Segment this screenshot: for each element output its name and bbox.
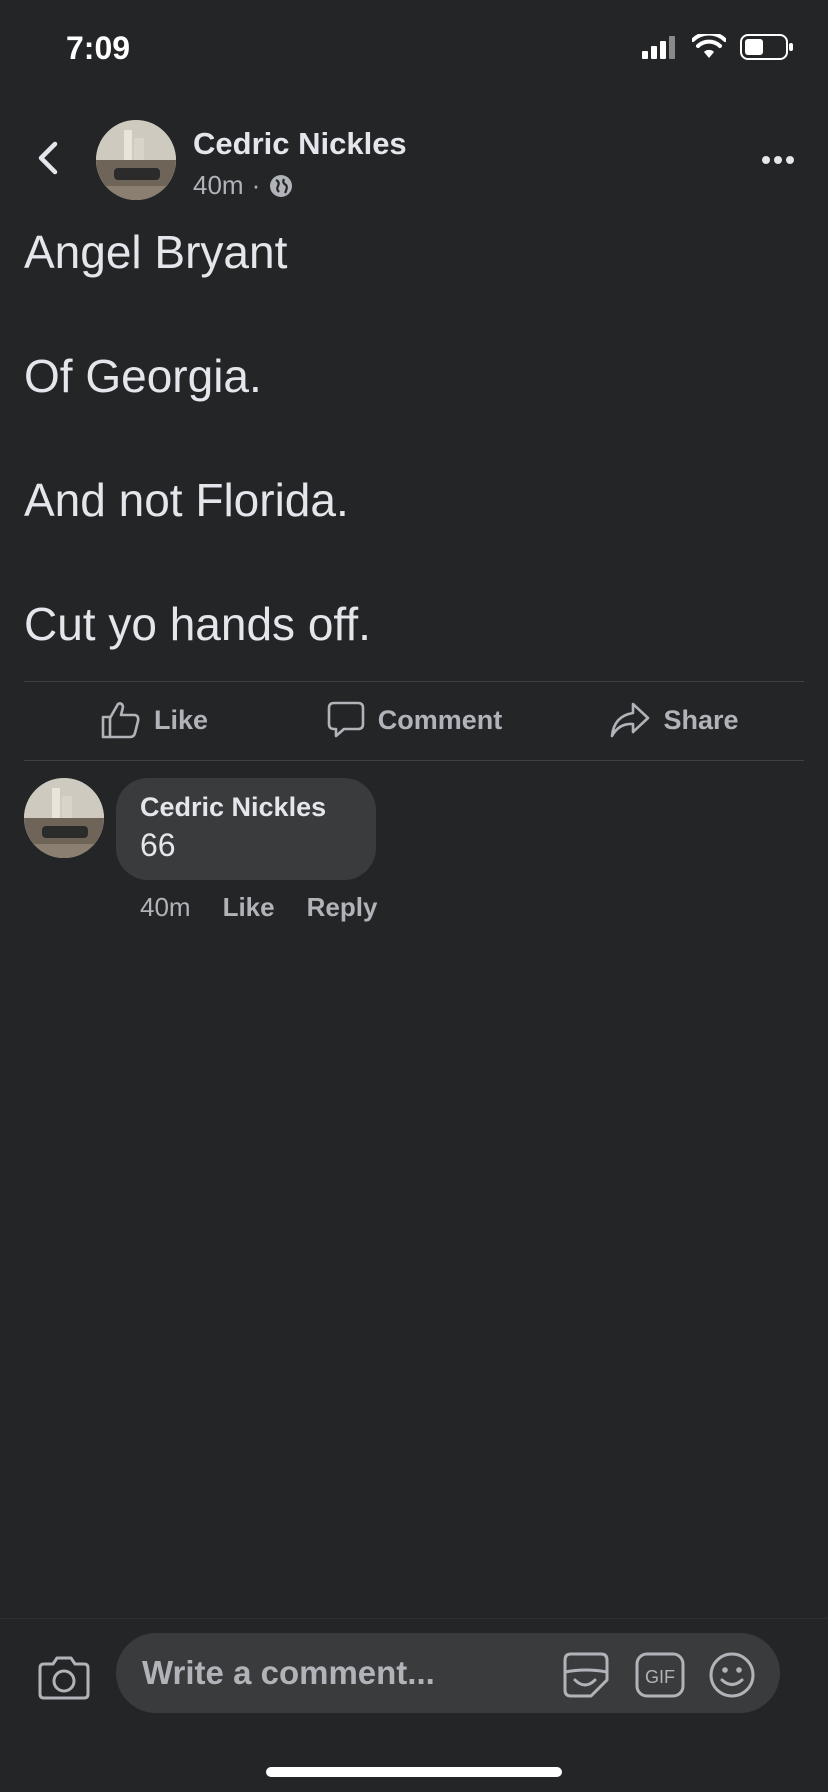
- share-label: Share: [663, 704, 739, 735]
- status-icons: [642, 34, 794, 60]
- post-text-line: Of Georgia.: [24, 350, 262, 402]
- post-body: Angel Bryant Of Georgia. And not Florida…: [24, 222, 804, 718]
- back-button[interactable]: [30, 138, 66, 178]
- like-button[interactable]: Like: [24, 682, 284, 758]
- speech-bubble-icon: [327, 701, 365, 738]
- gif-icon: GIF: [635, 1652, 685, 1698]
- comment-text: 66: [140, 827, 176, 863]
- emoji-button[interactable]: [706, 1649, 758, 1701]
- avatar-photo: [96, 120, 176, 200]
- smiley-icon: [709, 1652, 755, 1698]
- post-time[interactable]: 40m: [193, 170, 244, 201]
- comment-avatar[interactable]: [24, 778, 104, 858]
- post-text-line: And not Florida.: [24, 474, 349, 526]
- meta-separator: ·: [251, 170, 261, 200]
- post-author-name[interactable]: Cedric Nickles: [193, 126, 407, 162]
- home-indicator[interactable]: [266, 1767, 562, 1777]
- more-horizontal-icon: [762, 156, 794, 164]
- post-header: Cedric Nickles 40m ·: [0, 118, 828, 208]
- comment-button[interactable]: Comment: [284, 682, 544, 758]
- like-label: Like: [153, 704, 209, 735]
- svg-text:GIF: GIF: [645, 1667, 675, 1687]
- share-arrow-icon: [611, 702, 650, 738]
- post-meta: 40m ·: [193, 170, 294, 201]
- comment-like-button[interactable]: Like: [223, 892, 275, 923]
- comment-actions: 40m Like Reply: [140, 892, 377, 923]
- camera-icon: [38, 1656, 90, 1700]
- status-time: 7:09: [66, 30, 131, 66]
- globe-icon: [270, 174, 293, 197]
- thumbs-up-icon: [101, 702, 140, 739]
- comment-bubble[interactable]: Cedric Nickles 66: [116, 778, 376, 880]
- post-text-line: Cut yo hands off.: [24, 598, 371, 650]
- camera-button[interactable]: [36, 1649, 92, 1705]
- wifi-icon: [692, 34, 726, 58]
- share-button[interactable]: Share: [544, 682, 804, 758]
- sticker-icon: [563, 1652, 609, 1698]
- more-options-button[interactable]: [758, 140, 798, 180]
- comment-composer: GIF: [0, 1618, 828, 1792]
- sticker-button[interactable]: [560, 1649, 612, 1701]
- status-bar: 7:09: [0, 0, 828, 100]
- comment-label: Comment: [377, 704, 503, 735]
- chevron-left-icon: [38, 141, 58, 175]
- avatar-photo: [24, 778, 104, 858]
- comment-reply-button[interactable]: Reply: [307, 892, 378, 923]
- comment-author-name[interactable]: Cedric Nickles: [140, 792, 350, 823]
- post-text-line: Angel Bryant: [24, 226, 288, 278]
- cellular-signal-icon: [642, 36, 675, 59]
- battery-icon: [740, 34, 793, 60]
- gif-button[interactable]: GIF: [634, 1649, 686, 1701]
- post-action-bar: Like Comment Share: [24, 682, 804, 758]
- divider: [24, 760, 804, 761]
- comment-time: 40m: [140, 892, 191, 922]
- author-avatar[interactable]: [96, 120, 176, 200]
